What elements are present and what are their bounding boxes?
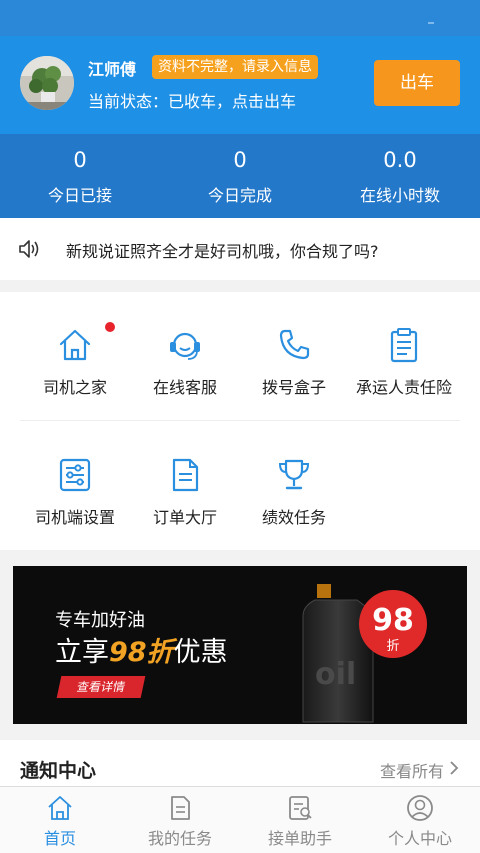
home-icon bbox=[59, 329, 91, 361]
badge-number: 98 bbox=[372, 603, 414, 638]
stat-completed-today: 0 今日完成 bbox=[160, 134, 320, 218]
badge-unit: 折 bbox=[386, 639, 399, 654]
depart-button[interactable]: 出车 bbox=[374, 60, 460, 106]
banner-headline-suffix: 优惠 bbox=[173, 637, 228, 668]
avatar-image bbox=[20, 56, 74, 110]
stat-label: 在线小时数 bbox=[359, 186, 440, 205]
chevron-right-icon[interactable] bbox=[448, 760, 460, 776]
stat-value: 0 bbox=[233, 148, 247, 172]
menu-performance-tasks[interactable]: 绩效任务 bbox=[234, 456, 354, 566]
promo-banner[interactable]: 专车加好油 立享98折优惠 查看详情 oil 98 折 bbox=[13, 566, 467, 724]
banner-subtitle: 专车加好油 bbox=[55, 610, 145, 631]
menu-label: 承运人责任险 bbox=[355, 378, 452, 397]
notification-dot bbox=[105, 322, 115, 332]
stats-panel: 0 今日已接 0 今日完成 0.0 在线小时数 bbox=[0, 134, 480, 218]
clipboard-icon bbox=[390, 328, 418, 363]
notification-center-title: 通知中心 bbox=[20, 760, 97, 782]
menu-label: 司机端设置 bbox=[34, 508, 115, 527]
menu-label: 拨号盒子 bbox=[261, 378, 326, 397]
menu-label: 绩效任务 bbox=[261, 508, 326, 527]
stat-value: 0.0 bbox=[383, 148, 417, 172]
tab-profile[interactable]: 个人中心 bbox=[360, 787, 480, 853]
banner-headline: 立享98折优惠 bbox=[55, 630, 228, 669]
notice-bar[interactable]: 新规说证照齐全才是好司机哦，你合规了吗? bbox=[0, 218, 480, 280]
trophy-icon bbox=[278, 459, 310, 490]
sliders-icon bbox=[59, 458, 91, 492]
menu-label: 司机之家 bbox=[42, 378, 107, 397]
tab-order-assistant[interactable]: 接单助手 bbox=[240, 787, 360, 853]
menu-divider bbox=[20, 420, 460, 421]
menu-order-hall[interactable]: 订单大厅 bbox=[125, 456, 245, 566]
notification-center-header: 通知中心 查看所有 bbox=[0, 740, 480, 788]
stat-label: 今日完成 bbox=[207, 186, 272, 205]
driver-header: 江师傅 资料不完整，请录入信息 当前状态：已收车，点击出车 出车 bbox=[0, 36, 480, 134]
tab-label: 我的任务 bbox=[147, 829, 212, 848]
phone-icon bbox=[279, 329, 310, 360]
home-icon bbox=[48, 796, 72, 820]
status-bar bbox=[0, 0, 480, 36]
oil-bottle-image: oil 98 折 bbox=[302, 584, 427, 723]
banner-headline-prefix: 立享 bbox=[55, 637, 109, 668]
tab-my-tasks[interactable]: 我的任务 bbox=[120, 787, 240, 853]
stat-accepted-today: 0 今日已接 bbox=[0, 134, 160, 218]
current-status-text[interactable]: 当前状态：已收车，点击出车 bbox=[88, 88, 296, 112]
order-search-icon bbox=[289, 796, 312, 820]
headset-icon bbox=[170, 332, 200, 360]
status-indicator bbox=[428, 22, 434, 24]
tab-label: 个人中心 bbox=[387, 829, 452, 848]
notice-text: 新规说证照齐全才是好司机哦，你合规了吗? bbox=[66, 242, 379, 261]
document-icon bbox=[172, 458, 199, 492]
bottle-label-text: oil bbox=[315, 657, 356, 692]
speaker-icon bbox=[19, 240, 39, 258]
function-menu: 司机之家 在线客服 拨号盒子 承运人责任险 司机端设置 订单大厅 绩效任务 bbox=[0, 292, 480, 550]
driver-name: 江师傅 bbox=[88, 60, 137, 79]
menu-driver-settings[interactable]: 司机端设置 bbox=[15, 456, 135, 566]
tab-label: 首页 bbox=[43, 829, 76, 848]
task-doc-icon bbox=[171, 796, 190, 820]
view-details-button[interactable]: 查看详情 bbox=[56, 676, 146, 698]
menu-label: 订单大厅 bbox=[152, 508, 217, 527]
incomplete-info-badge[interactable]: 资料不完整，请录入信息 bbox=[152, 55, 318, 79]
tab-label: 接单助手 bbox=[267, 829, 332, 848]
menu-label: 在线客服 bbox=[152, 378, 217, 397]
bottom-tab-bar: 首页 我的任务 接单助手 个人中心 bbox=[0, 786, 480, 853]
tab-home[interactable]: 首页 bbox=[0, 787, 120, 853]
view-all-link[interactable]: 查看所有 bbox=[380, 758, 444, 782]
user-icon bbox=[407, 795, 433, 821]
stat-label: 今日已接 bbox=[47, 186, 112, 205]
stat-online-hours: 0.0 在线小时数 bbox=[320, 134, 480, 218]
stat-value: 0 bbox=[73, 148, 87, 172]
banner-discount-highlight: 98折 bbox=[109, 637, 174, 668]
avatar[interactable] bbox=[20, 56, 74, 110]
